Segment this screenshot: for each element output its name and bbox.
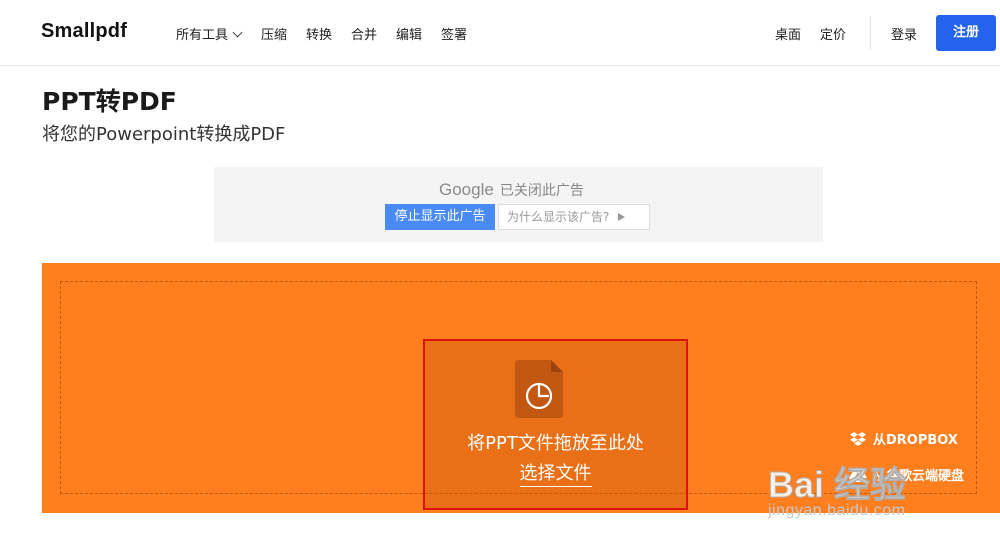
header-divider — [870, 16, 871, 50]
from-dropbox-label: 从DROPBOX — [873, 433, 958, 448]
ad-container: Google 已关闭此广告 停止显示此广告 为什么显示该广告? — [214, 167, 823, 242]
ppt-file-icon — [515, 360, 563, 418]
why-this-ad-button[interactable]: 为什么显示该广告? — [498, 204, 650, 230]
choose-file-wrap: 选择文件 — [425, 459, 686, 487]
drop-instruction: 将PPT文件拖放至此处 — [467, 433, 644, 454]
why-this-ad-label: 为什么显示该广告? — [507, 210, 610, 224]
watermark-logo: Bai 经验 — [767, 464, 907, 506]
nav-merge[interactable]: 合并 — [351, 24, 377, 43]
ad-closed-line: Google 已关闭此广告 — [439, 180, 584, 200]
from-dropbox-link[interactable]: 从DROPBOX — [849, 429, 958, 448]
top-header: Smallpdf 所有工具 压缩 转换 合并 编辑 签署 桌面 定价 登录 注册 — [0, 0, 1000, 66]
page-subtitle: 将您的Powerpoint转换成PDF — [42, 124, 286, 145]
play-icon — [618, 213, 626, 221]
signup-button[interactable]: 注册 — [936, 15, 996, 51]
nav-all-tools-label: 所有工具 — [176, 28, 229, 43]
nav-all-tools[interactable]: 所有工具 — [176, 24, 243, 43]
dropbox-icon — [850, 432, 866, 446]
nav-edit[interactable]: 编辑 — [396, 24, 422, 43]
chevron-down-icon — [232, 27, 243, 38]
nav-desktop[interactable]: 桌面 — [775, 24, 801, 43]
google-logo: Google — [439, 180, 494, 199]
ad-closed-text: 已关闭此广告 — [499, 183, 584, 199]
nav-compress[interactable]: 压缩 — [261, 24, 287, 43]
nav-sign[interactable]: 签署 — [441, 24, 467, 43]
stop-showing-ad-button[interactable]: 停止显示此广告 — [385, 204, 495, 230]
choose-file-link[interactable]: 选择文件 — [519, 463, 592, 487]
nav-convert[interactable]: 转换 — [306, 24, 332, 43]
nav-pricing[interactable]: 定价 — [820, 24, 846, 43]
smallpdf-logo[interactable]: Smallpdf — [41, 20, 127, 43]
login-link[interactable]: 登录 — [891, 24, 917, 43]
watermark-url: jingyan.baidu.com — [768, 502, 906, 519]
file-drop-target[interactable]: 将PPT文件拖放至此处 选择文件 — [423, 339, 688, 510]
page-title: PPT转PDF — [42, 87, 177, 116]
baidu-watermark: Bai 经验 jingyan.baidu.com — [767, 456, 1000, 546]
